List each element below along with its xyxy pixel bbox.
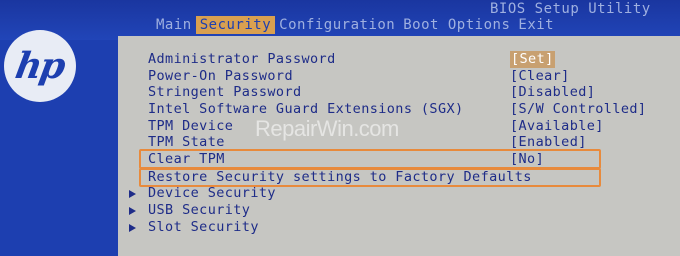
submenu-arrow-icon — [129, 224, 136, 232]
setting-value-power-on-password[interactable]: [Clear] — [510, 68, 570, 85]
menu-bar: Main Security Configuration Boot Options… — [152, 16, 558, 34]
setting-label-power-on-password[interactable]: Power-On Password — [148, 68, 293, 85]
submenu-device-security[interactable]: Device Security — [148, 185, 276, 202]
hp-logo: hp — [4, 30, 76, 102]
submenu-usb-security[interactable]: USB Security — [148, 202, 250, 219]
menu-security[interactable]: Security — [195, 16, 276, 34]
menu-configuration[interactable]: Configuration — [275, 16, 399, 34]
menu-boot-options[interactable]: Boot Options — [399, 16, 514, 34]
menu-exit[interactable]: Exit — [514, 16, 558, 34]
submenu-arrow-icon — [129, 190, 136, 198]
setting-value-sgx[interactable]: [S/W Controlled] — [510, 101, 646, 118]
hp-logo-text: hp — [12, 45, 68, 87]
clear-tpm-highlight-box — [139, 149, 601, 169]
setting-label-tpm-device[interactable]: TPM Device — [148, 118, 233, 135]
setting-label-admin-password[interactable]: Administrator Password — [148, 51, 336, 68]
bios-title: BIOS Setup Utility — [490, 1, 651, 17]
watermark: RepairWin.com — [255, 116, 399, 141]
setting-value-tpm-device[interactable]: [Available] — [510, 118, 604, 135]
setting-value-stringent-password[interactable]: [Disabled] — [510, 84, 595, 101]
submenu-slot-security[interactable]: Slot Security — [148, 219, 259, 236]
submenu-arrow-icon — [129, 207, 136, 215]
menu-main[interactable]: Main — [152, 16, 196, 34]
setting-label-stringent-password[interactable]: Stringent Password — [148, 84, 302, 101]
setting-value-admin-password[interactable]: [Set] — [510, 51, 555, 68]
restore-defaults-highlight-box — [139, 168, 601, 187]
